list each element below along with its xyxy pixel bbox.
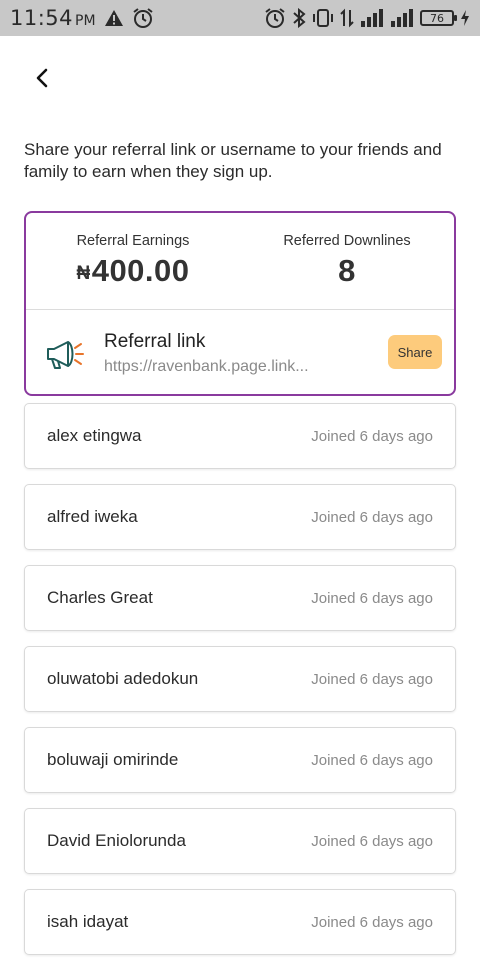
status-time-ampm: PM	[75, 13, 96, 29]
alarm-icon	[264, 7, 286, 29]
list-item[interactable]: isah idayat Joined 6 days ago	[24, 889, 456, 955]
list-item[interactable]: oluwatobi adedokun Joined 6 days ago	[24, 646, 456, 712]
referral-name: alfred iweka	[47, 507, 138, 526]
list-item[interactable]: Charles Great Joined 6 days ago	[24, 565, 456, 631]
status-bar: 11:54 PM 76	[0, 0, 480, 36]
stats-row: Referral Earnings ₦400.00 Referred Downl…	[26, 213, 454, 310]
bluetooth-icon	[292, 8, 306, 28]
downlines-stat: Referred Downlines 8	[240, 213, 454, 309]
list-item[interactable]: alfred iweka Joined 6 days ago	[24, 484, 456, 550]
list-item[interactable]: alex etingwa Joined 6 days ago	[24, 403, 456, 469]
charging-icon	[460, 10, 470, 26]
downlines-label: Referred Downlines	[283, 233, 411, 249]
referral-name: Charles Great	[47, 588, 153, 607]
back-button[interactable]	[28, 64, 56, 92]
referral-name: oluwatobi adedokun	[47, 669, 199, 688]
signal-icon	[390, 8, 414, 28]
signal-icon	[360, 8, 384, 28]
referral-summary-card: Referral Earnings ₦400.00 Referred Downl…	[24, 211, 456, 396]
data-arrows-icon	[340, 8, 354, 28]
referral-name: David Eniolorunda	[47, 831, 186, 850]
earnings-stat: Referral Earnings ₦400.00	[26, 213, 240, 309]
referral-joined: Joined 6 days ago	[311, 589, 433, 607]
status-left: 11:54 PM	[10, 6, 154, 30]
referral-joined: Joined 6 days ago	[311, 832, 433, 850]
share-button[interactable]: Share	[388, 335, 442, 369]
currency-symbol: ₦	[76, 263, 91, 284]
referral-list: alex etingwa Joined 6 days ago alfred iw…	[24, 403, 456, 960]
vibrate-icon	[312, 8, 334, 28]
status-time-value: 11:54	[10, 6, 74, 30]
referral-name: alex etingwa	[47, 426, 142, 445]
status-time: 11:54 PM	[10, 6, 96, 30]
downlines-value: 8	[338, 253, 356, 288]
referral-joined: Joined 6 days ago	[311, 670, 433, 688]
referral-name: boluwaji omirinde	[47, 750, 179, 769]
referral-name: isah idayat	[47, 912, 129, 931]
warning-icon	[104, 9, 124, 27]
list-item[interactable]: boluwaji omirinde Joined 6 days ago	[24, 727, 456, 793]
earnings-label: Referral Earnings	[76, 233, 190, 249]
status-right: 76	[264, 7, 470, 29]
list-item[interactable]: David Eniolorunda Joined 6 days ago	[24, 808, 456, 874]
battery-icon: 76	[420, 10, 457, 26]
referral-joined: Joined 6 days ago	[311, 751, 433, 769]
referral-link-url: https://ravenbank.page.link...	[104, 357, 309, 375]
referral-joined: Joined 6 days ago	[311, 508, 433, 526]
alarm-icon	[132, 7, 154, 29]
earnings-value-wrap: ₦400.00	[26, 253, 240, 289]
megaphone-icon	[47, 341, 84, 369]
battery-level: 76	[430, 11, 444, 25]
referral-joined: Joined 6 days ago	[311, 427, 433, 445]
intro-text: Share your referral link or username to …	[24, 140, 442, 181]
referral-joined: Joined 6 days ago	[311, 913, 433, 931]
chevron-left-icon	[36, 68, 48, 88]
referral-link-row: Referral link https://ravenbank.page.lin…	[26, 310, 454, 394]
earnings-value: 400.00	[91, 253, 190, 288]
